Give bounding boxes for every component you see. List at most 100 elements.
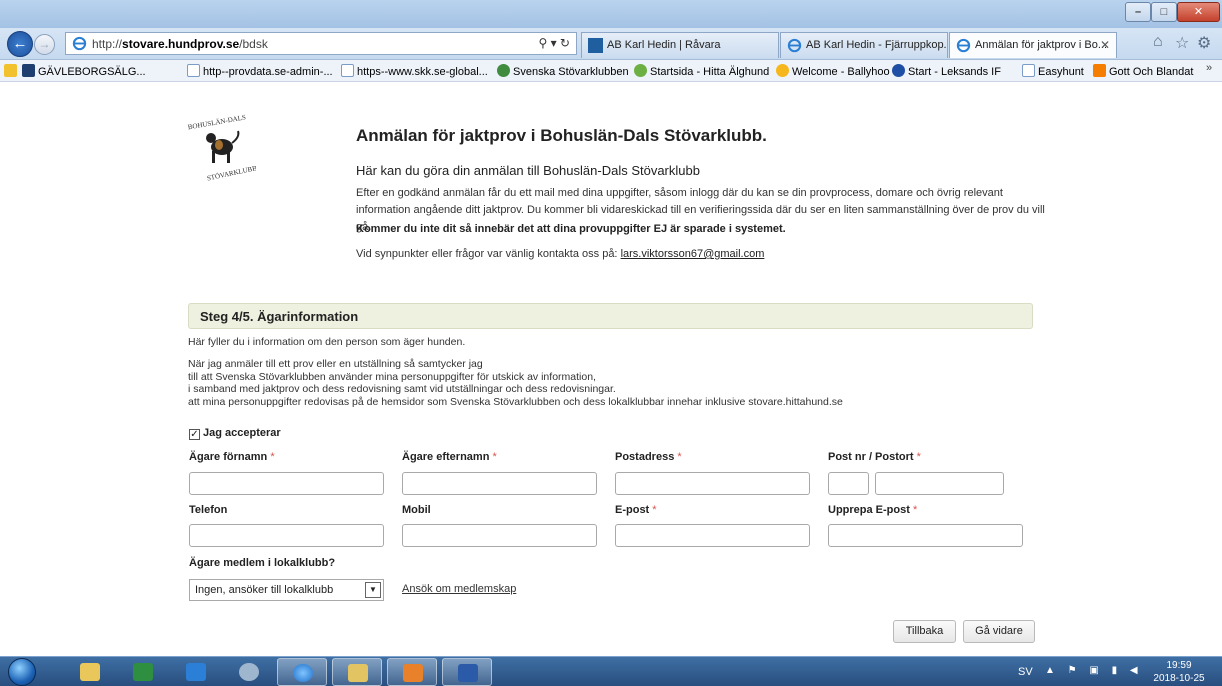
home-icon[interactable]: ⌂ [1153,33,1163,51]
folder-icon [80,663,100,681]
mobile-label: Mobil [402,504,431,516]
address-label: Postadress * [615,451,682,463]
word-icon [458,664,478,682]
page-title: Anmälan för jaktprov i Bohuslän-Dals Stö… [356,126,767,145]
page-icon [341,64,354,77]
app-task-wifi[interactable] [224,658,274,686]
folder-app-icon [348,664,368,682]
explorer-task[interactable] [65,658,115,686]
minimize-button[interactable]: – [1125,2,1151,22]
clock[interactable]: 19:59 2018-10-25 [1143,659,1215,685]
tab-close-icon[interactable]: ✕ [1100,38,1110,52]
fav-skk[interactable]: https--www.skk.se-global... [341,64,488,78]
postal-town-input[interactable] [875,472,1004,495]
mobile-input[interactable] [402,524,597,547]
app-task-folder[interactable] [332,658,382,686]
club-logo-icon [892,64,905,77]
first-name-input[interactable] [189,472,384,495]
tab-anmalan-active[interactable]: Anmälan för jaktprov i Bo... ✕ [949,32,1117,58]
forward-button[interactable]: → [34,34,55,55]
first-name-label: Ägare förnamn * [189,451,275,463]
last-name-label: Ägare efternamn * [402,451,497,463]
page-icon [187,64,200,77]
outlook-icon [403,664,423,682]
step-title: Steg 4/5. Ägarinformation [200,309,359,324]
tray-icons[interactable]: ▲ ⚑ ▣ ▮ ◀ [1045,665,1143,676]
last-name-input[interactable] [402,472,597,495]
ie-icon [293,664,313,682]
postal-label: Post nr / Postort * [828,451,921,463]
contact-email-link[interactable]: lars.viktorsson67@gmail.com [621,248,765,260]
address-bar[interactable]: http://stovare.hundprov.se/bdsk ⚲ ▾ ↻ [65,32,577,55]
fav-leksands-if[interactable]: Start - Leksands IF [892,64,1001,78]
page-subtitle: Här kan du göra din anmälan till Bohuslä… [356,163,700,178]
start-button[interactable] [8,658,36,686]
accept-label: Jag accepterar [203,427,281,439]
email-repeat-label: Upprepa E-post * [828,504,918,516]
ie-icon [787,38,802,53]
accept-checkbox[interactable]: ✓ [189,429,200,440]
club-logo: BOHUSLÄN-DALS STÖVARKLUBB [187,113,256,181]
back-button[interactable]: ← [7,31,33,57]
ie-icon [956,38,971,53]
media-app-icon [186,663,206,681]
maximize-button[interactable]: □ [1151,2,1177,22]
app-task-chart[interactable] [118,658,168,686]
back-button[interactable]: Tillbaka [893,620,956,643]
web-page: BOHUSLÄN-DALS STÖVARKLUBB Anmälan för ja… [0,83,1222,656]
favorites-bar: GÄVLEBORGSÄLG... http--provdata.se-admin… [0,60,1222,82]
favorites-star-icon[interactable]: ☆ [1175,33,1189,53]
fav-ballyhoo[interactable]: Welcome - Ballyhoo [776,64,890,78]
address-input[interactable] [615,472,810,495]
chevron-down-icon[interactable]: ▼ [365,582,381,598]
blogger-icon [1093,64,1106,77]
browser-toolbar: ← → http://stovare.hundprov.se/bdsk ⚲ ▾ … [0,28,1222,60]
ie-page-icon [72,36,87,51]
accept-row[interactable]: ✓ Jag accepterar [189,427,281,440]
leaf-icon [634,64,647,77]
warning-text: Kommer du inte dit så innebär det att di… [356,223,786,235]
ie-task[interactable] [277,658,327,686]
kh-favicon-icon [588,38,603,53]
app-task-media[interactable] [171,658,221,686]
step-intro: Här fyller du i information om den perso… [188,336,466,348]
tab-karl-hedin-fjarr[interactable]: AB Karl Hedin - Fjärruppkop... [780,32,948,58]
contact-line: Vid synpunkter eller frågor var vänlig k… [356,248,765,260]
email-input[interactable] [615,524,810,547]
club-label: Ägare medlem i lokalklubb? [189,557,336,569]
word-task[interactable] [442,658,492,686]
fav-svenska-stovarklubben[interactable]: Svenska Stövarklubben [497,64,629,78]
outlook-task[interactable] [387,658,437,686]
gear-icon[interactable]: ⚙ [1197,33,1211,53]
phone-input[interactable] [189,524,384,547]
consent-text: När jag anmäler till ett prov eller en u… [188,358,843,408]
search-refresh-icons[interactable]: ⚲ ▾ ↻ [538,36,570,50]
tab-karl-hedin-ravara[interactable]: AB Karl Hedin | Råvara [581,32,779,58]
postal-code-input[interactable] [828,472,869,495]
phone-label: Telefon [189,504,228,516]
chart-app-icon [133,663,153,681]
language-indicator[interactable]: SV [1018,666,1033,678]
fav-logo-icon [22,64,35,77]
fav-gavleborgsalg[interactable]: GÄVLEBORGSÄLG... [22,64,146,78]
apply-membership-link[interactable]: Ansök om medlemskap [402,583,516,595]
fav-easyhunt[interactable]: Easyhunt [1022,64,1084,78]
page-icon [1022,64,1035,77]
more-favorites-chevron-icon[interactable]: » [1206,62,1212,74]
fav-gott-och-blandat[interactable]: Gott Och Blandat [1093,64,1193,78]
url-text: http://stovare.hundprov.se/bdsk [92,37,268,51]
globe-icon [497,64,510,77]
close-window-button[interactable]: ✕ [1177,2,1220,22]
windows-taskbar: SV ▲ ⚑ ▣ ▮ ◀ 19:59 2018-10-25 [0,656,1222,686]
window-title-bar: – □ ✕ [0,0,1222,28]
step-header: Steg 4/5. Ägarinformation [188,303,1033,329]
wifi-app-icon [239,663,259,681]
add-favorite-icon[interactable] [4,64,20,78]
next-button[interactable]: Gå vidare [963,620,1035,643]
club-membership-select[interactable]: Ingen, ansöker till lokalklubb ▼ [189,579,384,601]
email-label: E-post * [615,504,657,516]
sun-icon [776,64,789,77]
fav-hitta-alghund[interactable]: Startsida - Hitta Älghund [634,64,769,78]
email-repeat-input[interactable] [828,524,1023,547]
fav-provdata[interactable]: http--provdata.se-admin-... [187,64,333,78]
